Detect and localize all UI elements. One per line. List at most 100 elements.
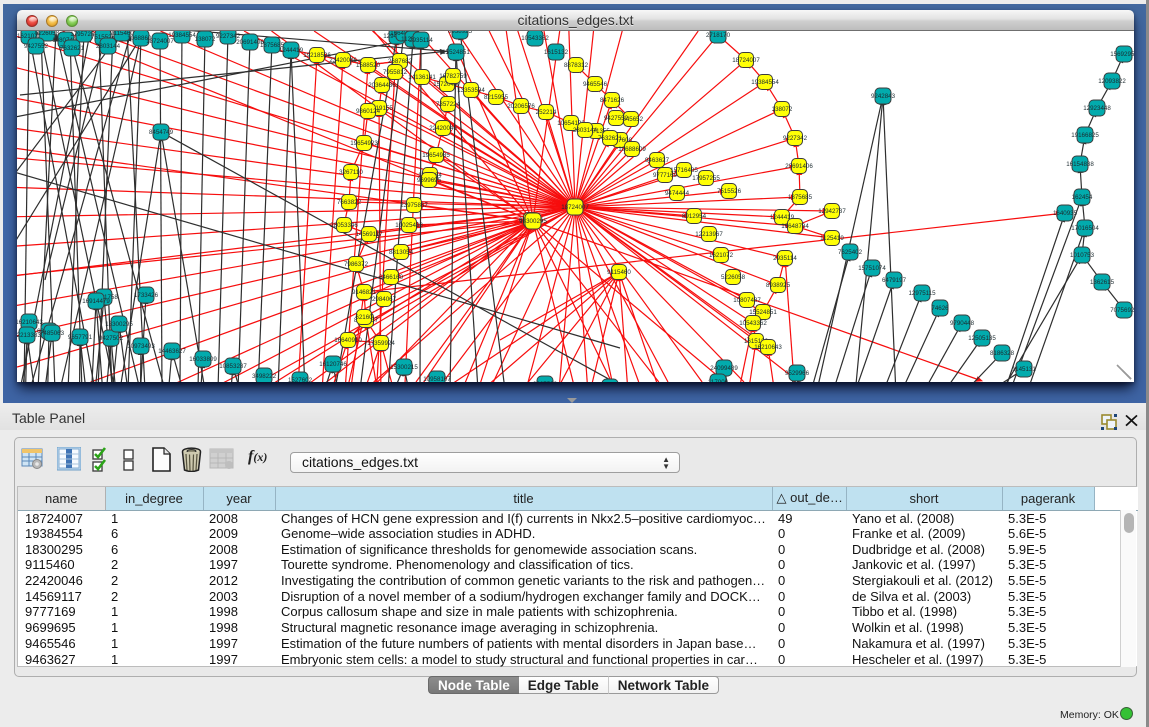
svg-text:16914479: 16914479 xyxy=(82,298,110,305)
svg-text:1615132: 1615132 xyxy=(544,49,569,56)
svg-text:16033809: 16033809 xyxy=(189,356,217,363)
svg-text:117006: 117006 xyxy=(708,379,729,382)
svg-text:9427552: 9427552 xyxy=(604,115,629,122)
svg-text:16210643: 16210643 xyxy=(17,319,43,326)
svg-text:7986372: 7986372 xyxy=(344,261,369,268)
svg-text:10973493: 10973493 xyxy=(127,343,155,350)
svg-text:15692951: 15692951 xyxy=(1110,51,1134,58)
svg-text:9790448: 9790448 xyxy=(950,320,975,327)
svg-text:12213967: 12213967 xyxy=(695,231,723,238)
svg-text:9427502: 9427502 xyxy=(99,335,124,342)
svg-text:12093822: 12093822 xyxy=(1098,78,1126,85)
svg-text:10853287: 10853287 xyxy=(219,363,247,370)
svg-text:24099489: 24099489 xyxy=(710,365,738,372)
svg-text:9657791: 9657791 xyxy=(68,334,93,341)
svg-text:8471626: 8471626 xyxy=(600,97,625,104)
svg-text:9463627: 9463627 xyxy=(645,157,670,164)
svg-text:7515526: 7515526 xyxy=(717,188,742,195)
svg-text:19654985: 19654985 xyxy=(422,152,450,159)
svg-text:3267110: 3267110 xyxy=(339,169,363,176)
svg-text:8813054: 8813054 xyxy=(389,249,414,256)
svg-text:16154838: 16154838 xyxy=(1066,161,1094,168)
svg-text:20364436: 20364436 xyxy=(368,82,396,89)
svg-text:17016504: 17016504 xyxy=(1071,225,1099,232)
svg-text:1362615: 1362615 xyxy=(1090,279,1115,286)
svg-text:1244419: 1244419 xyxy=(279,47,304,54)
svg-text:23975867: 23975867 xyxy=(400,202,428,209)
svg-text:9465546: 9465546 xyxy=(583,81,608,88)
svg-text:12505135: 12505135 xyxy=(968,335,996,342)
svg-text:18724007: 18724007 xyxy=(146,38,174,45)
svg-text:1640935: 1640935 xyxy=(1053,210,1078,217)
svg-text:10807487: 10807487 xyxy=(733,297,761,304)
svg-text:9146821: 9146821 xyxy=(352,289,377,296)
svg-text:19384554: 19384554 xyxy=(168,32,196,39)
svg-text:70756928: 70756928 xyxy=(1110,307,1134,314)
svg-text:22420046: 22420046 xyxy=(429,125,457,132)
svg-text:9699695: 9699695 xyxy=(417,177,442,184)
svg-text:1145131: 1145131 xyxy=(1012,366,1036,373)
svg-text:16640910: 16640910 xyxy=(334,337,362,344)
svg-text:8938925: 8938925 xyxy=(448,31,473,35)
svg-text:2803144: 2803144 xyxy=(96,43,121,50)
svg-text:18724007: 18724007 xyxy=(732,57,760,64)
svg-text:7625402: 7625402 xyxy=(838,249,863,256)
svg-text:9327508: 9327508 xyxy=(533,381,558,382)
svg-text:6466160: 6466160 xyxy=(379,274,404,281)
svg-text:5226058: 5226058 xyxy=(721,274,746,281)
svg-text:15524851: 15524851 xyxy=(749,309,777,316)
svg-text:9227342: 9227342 xyxy=(783,135,808,142)
svg-text:7357224: 7357224 xyxy=(436,101,461,108)
svg-text:16120746: 16120746 xyxy=(319,361,347,368)
svg-text:138072: 138072 xyxy=(772,106,793,113)
svg-text:9474444: 9474444 xyxy=(665,190,690,197)
svg-text:1733426: 1733426 xyxy=(134,292,159,299)
svg-text:9860124: 9860124 xyxy=(356,108,381,115)
svg-text:19218506: 19218506 xyxy=(303,52,331,59)
svg-text:1621072: 1621072 xyxy=(709,252,734,259)
svg-text:17957255: 17957255 xyxy=(692,175,720,182)
svg-text:7632621: 7632621 xyxy=(60,45,85,52)
svg-text:10025438: 10025438 xyxy=(395,222,423,229)
svg-text:2687682: 2687682 xyxy=(388,58,413,65)
svg-text:2935114: 2935114 xyxy=(409,37,433,44)
svg-text:8878312: 8878312 xyxy=(564,62,589,69)
svg-text:252214: 252214 xyxy=(536,109,557,116)
svg-text:9427552: 9427552 xyxy=(24,43,49,50)
svg-text:8912954: 8912954 xyxy=(682,213,707,220)
svg-text:6479197: 6479197 xyxy=(882,277,907,284)
svg-text:20691406: 20691406 xyxy=(785,163,813,170)
svg-text:14463627: 14463627 xyxy=(158,348,186,355)
svg-text:10688609: 10688609 xyxy=(618,146,646,153)
svg-text:15716485: 15716485 xyxy=(670,167,698,174)
svg-text:2984067: 2984067 xyxy=(372,296,397,303)
svg-text:1125419: 1125419 xyxy=(820,235,844,242)
svg-text:10543362: 10543362 xyxy=(521,35,549,42)
svg-text:8938925: 8938925 xyxy=(766,282,791,289)
svg-text:20206576: 20206576 xyxy=(507,103,535,110)
svg-text:18724007: 18724007 xyxy=(561,204,589,211)
svg-text:62160: 62160 xyxy=(355,314,373,321)
svg-text:16648784: 16648784 xyxy=(781,223,809,230)
svg-text:1527602: 1527602 xyxy=(288,377,313,382)
svg-text:9242843: 9242843 xyxy=(871,93,896,100)
svg-text:9529966: 9529966 xyxy=(785,370,810,377)
svg-text:19166825: 19166825 xyxy=(1071,132,1099,139)
svg-text:7632621: 7632621 xyxy=(598,135,623,142)
svg-text:14569117: 14569117 xyxy=(355,231,383,238)
svg-text:7663822: 7663822 xyxy=(337,199,362,206)
svg-text:12975115: 12975115 xyxy=(908,290,936,297)
svg-text:10958107: 10958107 xyxy=(423,376,451,382)
svg-text:28053346: 28053346 xyxy=(330,222,358,229)
svg-text:15524851: 15524851 xyxy=(442,49,470,56)
svg-text:13353594: 13353594 xyxy=(457,87,485,94)
svg-text:15751074: 15751074 xyxy=(858,265,886,272)
svg-text:16782759: 16782759 xyxy=(439,73,467,80)
svg-text:16210643: 16210643 xyxy=(754,344,782,351)
svg-text:8186328: 8186328 xyxy=(990,350,1015,357)
svg-text:9115460: 9115460 xyxy=(607,269,631,276)
svg-text:138072: 138072 xyxy=(195,36,216,43)
svg-text:19654923: 19654923 xyxy=(350,140,378,147)
svg-text:12923448: 12923448 xyxy=(1083,105,1111,112)
svg-text:1875685: 1875685 xyxy=(788,194,813,201)
